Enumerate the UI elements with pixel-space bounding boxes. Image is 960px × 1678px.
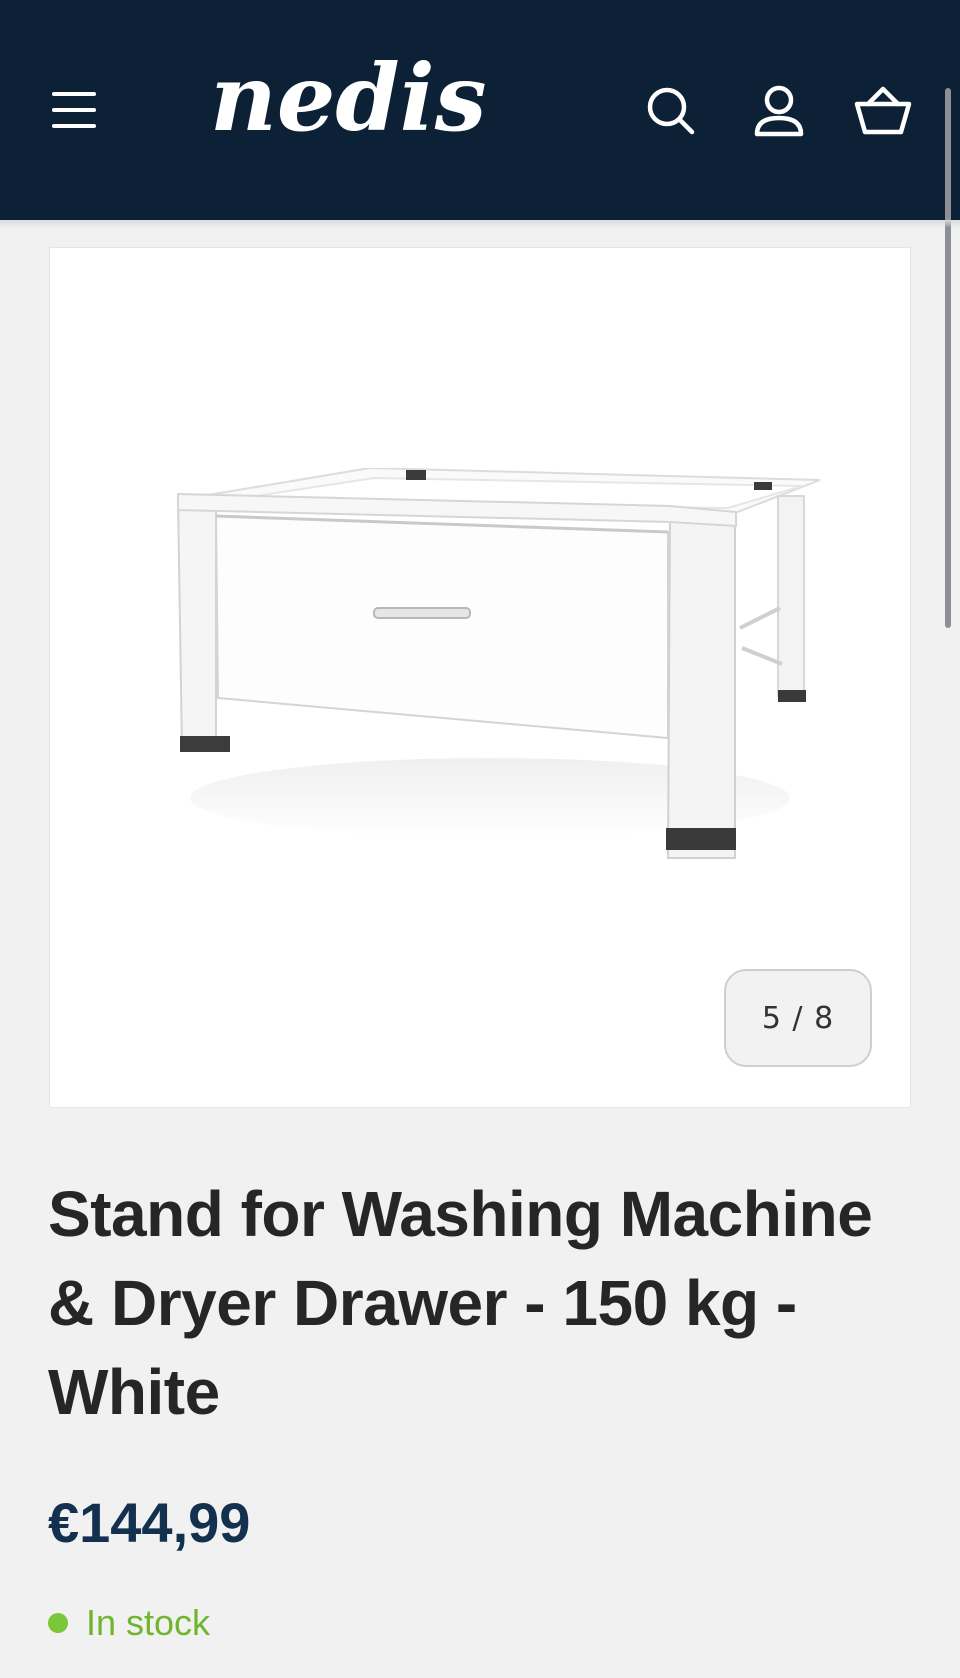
product-gallery[interactable]: 5 / 8	[49, 247, 911, 1108]
user-icon[interactable]	[744, 76, 814, 146]
product-price: €144,99	[48, 1491, 251, 1554]
search-icon[interactable]	[636, 76, 706, 146]
stock-indicator: In stock	[48, 1602, 210, 1644]
logo-text: nedis	[210, 44, 487, 152]
basket-icon[interactable]	[848, 76, 918, 146]
stock-dot-icon	[48, 1613, 68, 1633]
header-shadow	[0, 220, 960, 228]
page-scrollbar[interactable]	[945, 88, 951, 628]
nedis-logo[interactable]: nedis	[200, 42, 580, 152]
stock-status: In stock	[86, 1602, 211, 1643]
site-header: nedis	[0, 0, 960, 628]
product-image[interactable]	[130, 468, 830, 888]
product-title: Stand for Washing Machine & Dryer Drawer…	[48, 1178, 873, 1428]
image-counter: 5 / 8	[724, 969, 872, 1067]
hamburger-menu-icon[interactable]	[46, 86, 102, 134]
